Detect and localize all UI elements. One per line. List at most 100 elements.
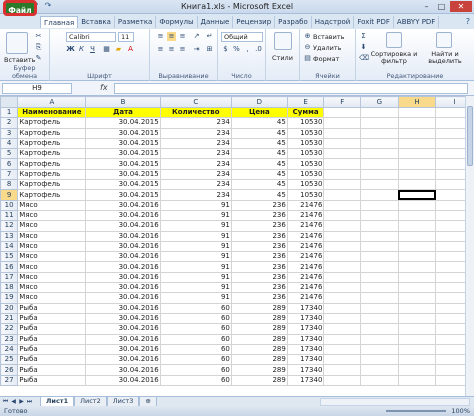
- cell[interactable]: [397, 209, 437, 222]
- cell[interactable]: 289: [230, 354, 288, 366]
- cell[interactable]: [323, 209, 362, 222]
- cell[interactable]: [360, 230, 399, 242]
- column-header[interactable]: F: [323, 96, 362, 108]
- cell[interactable]: Мясо: [17, 282, 87, 294]
- cell[interactable]: [323, 137, 362, 150]
- cell[interactable]: [323, 282, 362, 294]
- cell[interactable]: 236: [230, 240, 288, 253]
- cell[interactable]: 21476: [286, 271, 325, 284]
- cell[interactable]: 91: [159, 261, 232, 273]
- cell[interactable]: 17340: [286, 343, 325, 356]
- align-center-icon[interactable]: ≡: [167, 45, 176, 54]
- cell[interactable]: [323, 364, 362, 376]
- format-painter-icon[interactable]: ✎: [34, 54, 43, 63]
- cell[interactable]: Дата: [85, 106, 161, 119]
- ribbon-tab[interactable]: ABBYY PDF: [394, 16, 440, 28]
- format-cells-icon[interactable]: ▤: [303, 54, 312, 63]
- ribbon-tab[interactable]: Вставка: [78, 16, 115, 28]
- cell[interactable]: Количество: [159, 106, 232, 119]
- thousands-icon[interactable]: ,: [243, 45, 252, 54]
- column-header[interactable]: A: [17, 96, 87, 108]
- cell[interactable]: 236: [230, 261, 288, 273]
- cell[interactable]: 17340: [286, 333, 325, 345]
- column-header[interactable]: B: [85, 96, 161, 108]
- cell[interactable]: 45: [230, 189, 288, 201]
- row-header[interactable]: 3: [0, 127, 19, 139]
- cell[interactable]: 91: [159, 220, 232, 232]
- selected-cell[interactable]: [397, 189, 437, 201]
- cell[interactable]: 10530: [286, 168, 325, 181]
- cell[interactable]: [360, 168, 399, 181]
- cell[interactable]: [323, 302, 362, 314]
- cell[interactable]: Картофель: [17, 117, 87, 129]
- cell[interactable]: 289: [230, 323, 288, 335]
- row-header[interactable]: 17: [0, 271, 19, 284]
- cell[interactable]: 234: [159, 158, 232, 170]
- cell[interactable]: [360, 312, 399, 325]
- delete-cells-button[interactable]: Удалить: [313, 44, 341, 52]
- help-icon[interactable]: ?: [466, 17, 470, 26]
- cell[interactable]: [397, 158, 437, 170]
- styles-icon[interactable]: [274, 32, 292, 50]
- cell[interactable]: Мясо: [17, 230, 87, 242]
- cell[interactable]: [323, 240, 362, 253]
- ribbon-tab[interactable]: Формулы: [156, 16, 198, 28]
- cell[interactable]: 91: [159, 251, 232, 263]
- cell[interactable]: 10530: [286, 137, 325, 150]
- wrap-text-icon[interactable]: ↵: [205, 32, 214, 41]
- cell[interactable]: [360, 251, 399, 263]
- row-header[interactable]: 20: [0, 302, 19, 314]
- cell[interactable]: 289: [230, 364, 288, 376]
- cell[interactable]: [323, 106, 362, 119]
- cell[interactable]: 10530: [286, 189, 325, 201]
- cell[interactable]: [360, 374, 399, 387]
- cell[interactable]: 30.04.2016: [85, 220, 161, 232]
- cell[interactable]: [323, 251, 362, 263]
- formula-input[interactable]: [114, 83, 468, 94]
- cell[interactable]: 30.04.2016: [85, 292, 161, 304]
- row-header[interactable]: 11: [0, 209, 19, 222]
- find-select-button[interactable]: Найти и выделить: [422, 51, 468, 65]
- cell[interactable]: [360, 364, 399, 376]
- cell[interactable]: [397, 220, 437, 232]
- cell[interactable]: 289: [230, 343, 288, 356]
- cell[interactable]: 289: [230, 374, 288, 387]
- cell[interactable]: Рыба: [17, 333, 87, 345]
- cell[interactable]: Мясо: [17, 220, 87, 232]
- decimal-icon[interactable]: .0: [254, 45, 263, 54]
- cell[interactable]: 234: [159, 189, 232, 201]
- cell[interactable]: [360, 354, 399, 366]
- cell[interactable]: [397, 302, 437, 314]
- cell[interactable]: Картофель: [17, 127, 87, 139]
- ribbon-tab[interactable]: Данные: [198, 16, 234, 28]
- prev-sheet-icon[interactable]: ◀: [10, 397, 17, 406]
- orientation-icon[interactable]: ↗: [192, 32, 201, 41]
- cell[interactable]: 17340: [286, 323, 325, 335]
- cell[interactable]: 10530: [286, 117, 325, 129]
- cell[interactable]: [323, 158, 362, 170]
- cell[interactable]: 30.04.2016: [85, 209, 161, 222]
- cell[interactable]: 60: [159, 354, 232, 366]
- cell[interactable]: [360, 261, 399, 273]
- cell[interactable]: 30.04.2015: [85, 168, 161, 181]
- cell[interactable]: [323, 323, 362, 335]
- cell[interactable]: 60: [159, 364, 232, 376]
- ribbon-tab[interactable]: Главная: [40, 16, 79, 28]
- cell[interactable]: Мясо: [17, 199, 87, 211]
- row-header[interactable]: 7: [0, 168, 19, 181]
- cell[interactable]: 21476: [286, 261, 325, 273]
- cell[interactable]: 236: [230, 251, 288, 263]
- minimize-icon[interactable]: –: [420, 1, 433, 12]
- cut-icon[interactable]: ✂: [34, 32, 43, 41]
- indent-icon[interactable]: ⇥: [192, 45, 201, 54]
- first-sheet-icon[interactable]: ⏮: [2, 397, 9, 406]
- cell[interactable]: [323, 292, 362, 304]
- cell[interactable]: Картофель: [17, 137, 87, 150]
- last-sheet-icon[interactable]: ⏭: [26, 397, 33, 406]
- cell[interactable]: [360, 117, 399, 129]
- cell[interactable]: Рыба: [17, 312, 87, 325]
- ribbon-tab[interactable]: Разрабо: [275, 16, 312, 28]
- cell[interactable]: 91: [159, 209, 232, 222]
- next-sheet-icon[interactable]: ▶: [18, 397, 25, 406]
- font-color-icon[interactable]: A: [126, 45, 135, 54]
